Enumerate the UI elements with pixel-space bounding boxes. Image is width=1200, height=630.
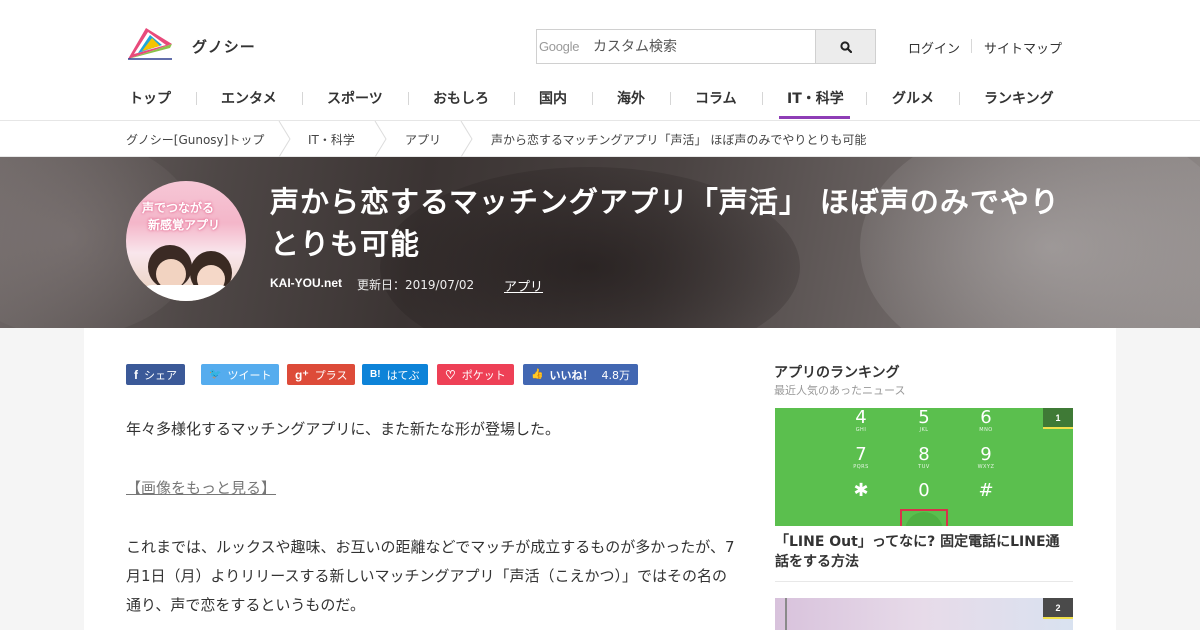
article-updated-date: 更新日：2019/07/02 [357, 278, 475, 292]
keypad-key: # [978, 480, 994, 501]
login-link[interactable]: ログイン [908, 38, 960, 57]
breadcrumb: グノシー[Gunosy]トップ IT・科学 アプリ 声から恋するマッチングアプリ… [0, 121, 1200, 157]
breadcrumb-item-subcategory[interactable]: アプリ [405, 131, 441, 148]
more-images-link[interactable]: 【画像をもっと見る】 [126, 477, 276, 498]
ranking-badge: 2 [1043, 598, 1073, 619]
nav-item-gourmet[interactable]: グルメ [892, 88, 934, 108]
nav-divider [959, 92, 960, 105]
nav-item-top[interactable]: トップ [129, 88, 171, 108]
article-paragraph: 年々多様化するマッチングアプリに、また新たな形が登場した。 [126, 420, 560, 438]
nav-item-omoshiro[interactable]: おもしろ [433, 88, 489, 108]
article-thumbnail: 声でつながる 新感覚アプリ [126, 181, 246, 301]
facebook-icon: f [134, 367, 138, 382]
image-detail [785, 598, 787, 630]
share-pocket-button[interactable]: ♡ ポケット [437, 364, 514, 385]
article-paragraph: これまでは、ルックスや趣味、お互いの距離などでマッチが成立するものが多かったが、… [126, 538, 735, 614]
sidebar-title: アプリのランキング [774, 365, 900, 381]
nav-divider [514, 92, 515, 105]
nav-item-ranking[interactable]: ランキング [984, 88, 1054, 108]
keypad-key: ✱ [853, 480, 869, 501]
search-box: Google [536, 29, 876, 64]
breadcrumb-item-category[interactable]: IT・科学 [308, 131, 355, 148]
chevron-right-icon [374, 121, 387, 157]
share-facebook-label: シェア [144, 368, 177, 382]
ranking-item-image[interactable]: 2 [775, 598, 1073, 630]
gunosy-logo-icon[interactable] [126, 26, 174, 60]
nav-divider [670, 92, 671, 105]
chevron-right-icon [278, 121, 291, 157]
highlight-box [900, 509, 948, 526]
util-divider [971, 39, 972, 53]
share-hatena-label: はてぶ [386, 368, 420, 382]
site-header: グノシー Google ログイン サイトマップ トップ エンタメ スポーツ おも… [0, 0, 1200, 121]
nav-divider [302, 92, 303, 105]
facebook-like-button[interactable]: 👍 いいね！ 4.8万 [523, 364, 638, 385]
nav-item-column[interactable]: コラム [695, 88, 737, 108]
pocket-icon: ♡ [445, 367, 456, 382]
share-gplus-label: プラス [314, 368, 348, 382]
sitemap-link[interactable]: サイトマップ [984, 38, 1062, 57]
nav-active-indicator [779, 116, 850, 119]
article-source[interactable]: KAI-YOU.net [270, 276, 342, 290]
nav-divider [762, 92, 763, 105]
keypad-key: 0 [918, 480, 930, 501]
share-gplus-button[interactable]: g⁺ プラス [287, 364, 356, 385]
ranking-badge: 1 [1043, 408, 1073, 429]
share-twitter-button[interactable]: 🐦 ツイート [201, 364, 280, 385]
nav-divider [196, 92, 197, 105]
breadcrumb-item-top[interactable]: グノシー[Gunosy]トップ [126, 131, 264, 148]
keypad-key: 5 JKL [918, 408, 930, 434]
chevron-right-icon [460, 121, 473, 157]
search-brand-label: Google [539, 39, 580, 54]
ranking-item-image[interactable]: 4 GHI 5 JKL 6 MNO 7 PQRS 8 TUV 9 WXYZ ✱ 0 # 1 [775, 408, 1073, 526]
keypad-key: 8 TUV [918, 444, 930, 471]
share-pocket-label: ポケット [461, 368, 506, 382]
share-hatena-button[interactable]: B! はてぶ [362, 364, 428, 385]
nav-divider [592, 92, 593, 105]
search-input[interactable] [587, 30, 815, 63]
search-button[interactable] [815, 30, 875, 63]
global-nav: トップ エンタメ スポーツ おもしろ 国内 海外 コラム IT・科学 グルメ ラ… [126, 84, 1066, 120]
google-plus-icon: g⁺ [295, 367, 309, 382]
thumbnail-caption: 声でつながる [142, 201, 215, 215]
keypad-key: 7 PQRS [853, 444, 869, 471]
thumbnail-person [140, 285, 232, 301]
twitter-icon: 🐦 [209, 369, 222, 380]
thumbnail-caption: 新感覚アプリ [148, 218, 221, 232]
nav-item-entame[interactable]: エンタメ [221, 88, 277, 108]
article-title: 声から恋するマッチングアプリ「声活」 ほぼ声のみでやりとりも可能 [270, 185, 1060, 261]
hatena-icon: B! [370, 369, 381, 380]
nav-divider [408, 92, 409, 105]
sidebar-subtitle: 最近人気のあったニュース [774, 384, 906, 397]
ranking-divider [775, 581, 1073, 582]
ranking-item-title[interactable]: 「LINE Out」ってなに? 固定電話にLINE通話をする方法 [775, 532, 1073, 572]
article-category-link[interactable]: アプリ [504, 276, 543, 295]
nav-divider [866, 92, 867, 105]
keypad-key: 4 GHI [855, 408, 867, 434]
nav-item-sports[interactable]: スポーツ [327, 88, 383, 108]
share-facebook-button[interactable]: f シェア [126, 364, 185, 385]
nav-item-it-science[interactable]: IT・科学 [787, 88, 844, 108]
nav-item-overseas[interactable]: 海外 [617, 88, 645, 108]
thumbs-up-icon: 👍 [531, 369, 544, 380]
like-count: 4.8万 [601, 368, 630, 382]
breadcrumb-item-current: 声から恋するマッチングアプリ「声活」 ほぼ声のみでやりとりも可能 [491, 133, 867, 147]
nav-item-domestic[interactable]: 国内 [539, 88, 567, 108]
keypad-key: 9 WXYZ [977, 444, 995, 471]
share-twitter-label: ツイート [227, 368, 272, 382]
search-icon [839, 40, 852, 53]
site-name[interactable]: グノシー [192, 36, 256, 57]
keypad-key: 6 MNO [979, 408, 993, 434]
like-label: いいね！ [549, 368, 594, 382]
